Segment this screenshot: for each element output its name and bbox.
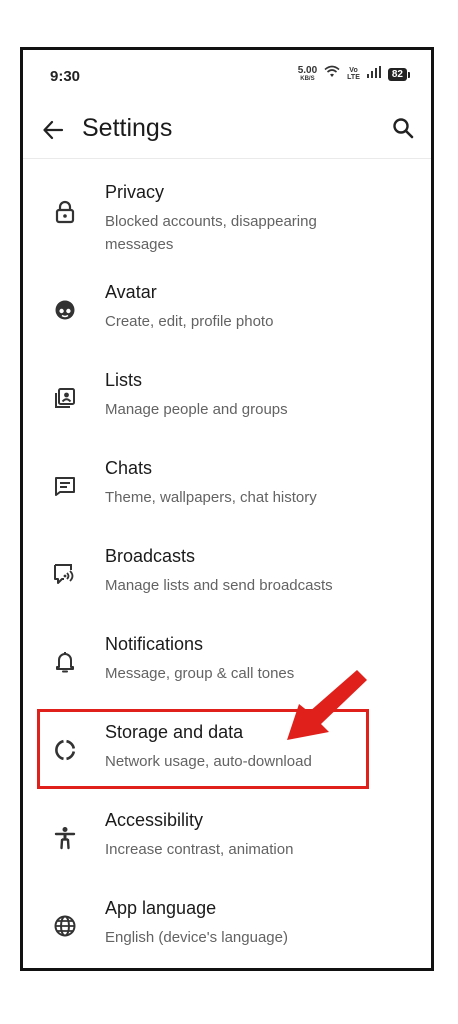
settings-item-subtitle: Manage people and groups [105, 401, 288, 418]
settings-item-accessibility[interactable]: Accessibility Increase contrast, animati… [23, 810, 431, 898]
wifi-icon [324, 65, 340, 83]
settings-item-label: Notifications [105, 634, 204, 654]
search-icon [393, 118, 414, 139]
settings-item-label: Broadcasts [105, 546, 196, 566]
contacts-list-icon [49, 382, 81, 414]
accessibility-person-icon [49, 822, 81, 854]
phone-screen: 9:30 5.00 KB/S Vo LTE 82 Settings Privac… [20, 47, 434, 971]
settings-item-privacy[interactable]: Privacy Blocked accounts, disappearing m… [23, 172, 431, 260]
chat-message-icon [49, 470, 81, 502]
settings-item-subtitle: Blocked accounts, disappearing messages [105, 213, 317, 253]
broadcast-icon [49, 558, 81, 590]
settings-item-subtitle: Increase contrast, animation [105, 841, 294, 858]
settings-item-label: App language [105, 898, 217, 918]
volte-bottom: LTE [347, 74, 360, 81]
globe-icon [49, 910, 81, 942]
bell-icon [49, 646, 81, 678]
status-time: 9:30 [50, 68, 81, 85]
settings-item-label: Accessibility [105, 810, 204, 830]
back-button[interactable] [37, 114, 69, 146]
settings-item-label: Avatar [105, 282, 157, 302]
arrow-left-icon [43, 120, 64, 140]
settings-item-chats[interactable]: Chats Theme, wallpapers, chat history [23, 458, 431, 546]
settings-item-subtitle: Manage lists and send broadcasts [105, 577, 333, 594]
app-bar: Settings [23, 102, 431, 159]
battery-indicator: 82 [387, 67, 411, 81]
volte-top: Vo [349, 67, 358, 74]
settings-item-subtitle: English (device's language) [105, 929, 288, 946]
signal-icon [366, 65, 381, 83]
settings-item-broadcasts[interactable]: Broadcasts Manage lists and send broadca… [23, 546, 431, 634]
settings-item-avatar[interactable]: Avatar Create, edit, profile photo [23, 282, 431, 370]
settings-item-lists[interactable]: Lists Manage people and groups [23, 370, 431, 458]
settings-item-label: Chats [105, 458, 153, 478]
lock-icon [49, 196, 81, 228]
pointer-arrow-icon [287, 670, 367, 740]
settings-item-label: Privacy [105, 182, 165, 202]
page-title: Settings [82, 114, 173, 142]
volte-indicator: Vo LTE [347, 67, 360, 81]
settings-item-subtitle: Create, edit, profile photo [105, 313, 274, 330]
network-speed-unit: KB/S [300, 76, 315, 82]
status-bar: 9:30 5.00 KB/S Vo LTE 82 [23, 50, 431, 102]
network-speed: 5.00 KB/S [297, 65, 318, 83]
network-speed-value: 5.00 [297, 65, 318, 76]
status-icons: 5.00 KB/S Vo LTE 82 [297, 65, 411, 83]
settings-item-label: Lists [105, 370, 143, 390]
settings-item-subtitle: Theme, wallpapers, chat history [105, 489, 317, 506]
settings-item-app-language[interactable]: App language English (device's language) [23, 898, 431, 968]
search-button[interactable] [387, 112, 419, 144]
avatar-face-icon [49, 294, 81, 326]
